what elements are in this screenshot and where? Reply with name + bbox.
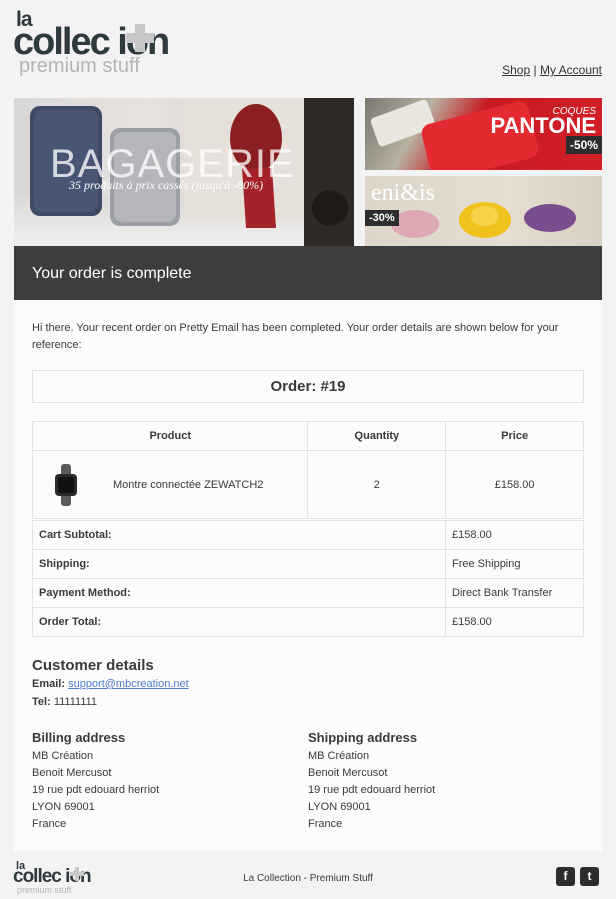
column-header-price: Price [445, 421, 584, 451]
table-header-row: Product Quantity Price [31, 421, 584, 451]
page-title: Your order is complete [32, 265, 192, 282]
customer-tel-value: 11111111 [53, 696, 98, 708]
customer-tel-line: Tel: 11111111 [32, 696, 97, 708]
column-header-quantity: Quantity [307, 421, 447, 451]
shipping-label: Shipping: [32, 549, 446, 579]
table-row: Shipping: Free Shipping [32, 549, 584, 579]
twitter-icon[interactable]: t [580, 867, 599, 886]
header-logo[interactable]: la collec ion premium stuff [13, 8, 213, 78]
customer-email-link[interactable]: support@mbcreation.net [68, 678, 189, 690]
billing-line: MB Création [32, 750, 94, 762]
tel-label: Tel: [32, 696, 51, 708]
shipping-address: Shipping address MB Création Benoit Merc… [308, 730, 568, 833]
intro-text: Hi there. Your recent order on Pretty Em… [32, 322, 559, 351]
order-number: Order: #19 [270, 378, 346, 395]
table-row: Order Total: £158.00 [32, 607, 584, 637]
logo-tagline: premium stuff [19, 55, 140, 77]
header-links: Shop | My Account [502, 63, 602, 77]
shipping-address-heading: Shipping address [308, 730, 418, 745]
banner-enis[interactable]: eni&is -30% [365, 176, 602, 246]
billing-line: 19 rue pdt edouard herriot [32, 784, 160, 796]
enis-discount-badge: -30% [365, 210, 399, 226]
column-header-product: Product [31, 421, 309, 451]
email-label: Email: [32, 678, 66, 690]
order-panel: Hi there. Your recent order on Pretty Em… [14, 300, 602, 851]
order-number-box: Order: #19 [32, 370, 584, 403]
shipping-line: France [308, 818, 343, 830]
enis-brand: eni&is [371, 180, 435, 206]
table-row: Cart Subtotal: £158.00 [32, 520, 584, 550]
order-total-label: Order Total: [32, 607, 446, 637]
email-title-bar: Your order is complete [14, 246, 602, 300]
billing-line: LYON 69001 [32, 801, 95, 813]
shipping-line: LYON 69001 [308, 801, 371, 813]
customer-details-heading: Customer details [32, 657, 154, 674]
footer-logo-tagline: premium stuff [17, 885, 72, 895]
shipping-line: MB Création [308, 750, 370, 762]
shop-link[interactable]: Shop [502, 63, 530, 77]
price-cell: £158.00 [445, 450, 584, 519]
shipping-line: Benoit Mercusot [308, 767, 388, 779]
customer-email-line: Email: support@mbcreation.net [32, 678, 189, 690]
banner-main-promo: 35 produits à prix cassés (jusqu'à -80%) [69, 178, 264, 192]
logo-cross-icon [126, 24, 154, 52]
pantone-discount-badge: -50% [565, 136, 602, 154]
quantity-cell: 2 [307, 450, 447, 519]
subtotal-value: £158.00 [445, 520, 584, 550]
my-account-link[interactable]: My Account [540, 63, 602, 77]
shipping-line: 19 rue pdt edouard herriot [308, 784, 436, 796]
payment-method-value: Direct Bank Transfer [445, 578, 584, 608]
order-totals-table: Cart Subtotal: £158.00 Shipping: Free Sh… [32, 520, 584, 637]
shipping-value: Free Shipping [445, 549, 584, 579]
billing-line: Benoit Mercusot [32, 767, 112, 779]
banner-pantone[interactable]: COQUES PANTONE -50% [365, 98, 602, 170]
facebook-icon[interactable]: f [556, 867, 575, 886]
table-row: Payment Method: Direct Bank Transfer [32, 578, 584, 608]
smartwatch-icon [41, 460, 91, 510]
table-row: Montre connectée ZEWATCH2 2 £158.00 [31, 450, 584, 519]
footer-text: La Collection - Premium Stuff [243, 873, 373, 884]
billing-address-heading: Billing address [32, 730, 126, 745]
order-items-table: Product Quantity Price Montre connectée … [31, 421, 584, 519]
links-separator: | [533, 63, 537, 77]
order-total-value: £158.00 [445, 607, 584, 637]
payment-method-label: Payment Method: [32, 578, 446, 608]
banner-bagagerie[interactable]: BAGAGERIE 35 produits à prix cassés (jus… [14, 98, 354, 246]
promo-banner: BAGAGERIE 35 produits à prix cassés (jus… [14, 98, 602, 246]
product-name[interactable]: Montre connectée ZEWATCH2 [113, 479, 263, 491]
product-cell: Montre connectée ZEWATCH2 [31, 450, 309, 519]
billing-line: France [32, 818, 67, 830]
subtotal-label: Cart Subtotal: [32, 520, 446, 550]
billing-address: Billing address MB Création Benoit Mercu… [32, 730, 292, 833]
